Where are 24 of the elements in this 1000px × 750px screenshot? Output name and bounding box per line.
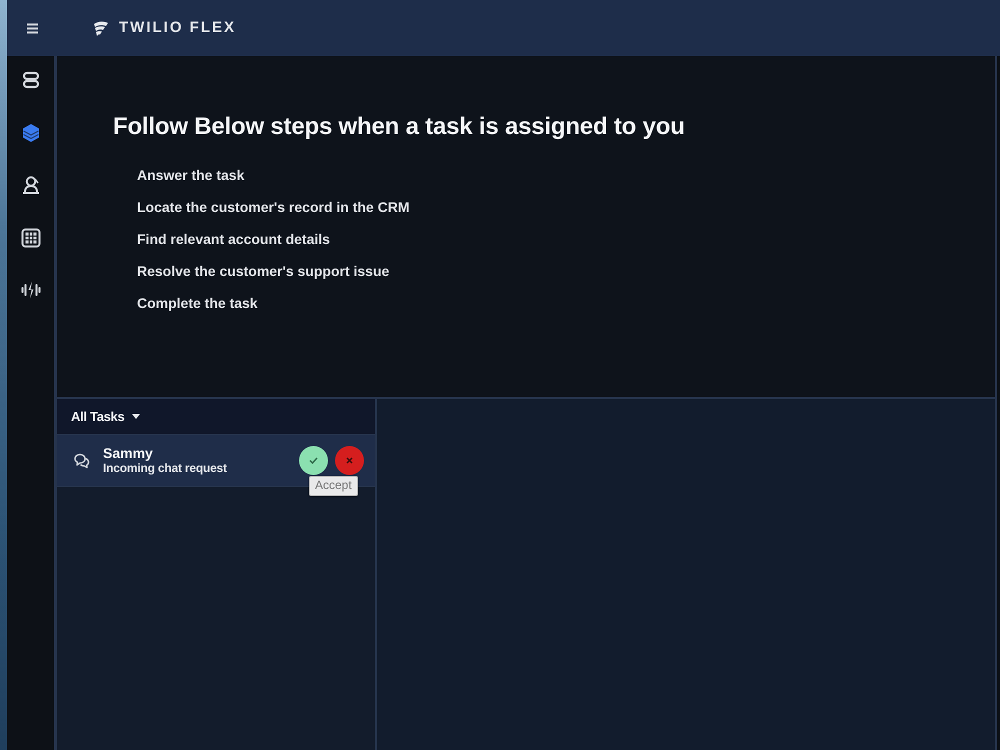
- reject-button[interactable]: [335, 446, 364, 475]
- task-name: Sammy: [103, 445, 154, 461]
- close-icon: [346, 457, 353, 464]
- logo-icon: [92, 20, 109, 36]
- step-text: Find relevant account details: [137, 230, 331, 248]
- step-text: Answer the task: [137, 166, 246, 184]
- step-text: Locate the customer's record in the CRM: [137, 198, 410, 216]
- layers-icon[interactable]: [20, 122, 40, 142]
- step-text: Complete the task: [137, 294, 259, 312]
- task-filter-dropdown[interactable]: All Tasks: [71, 406, 140, 426]
- person-icon[interactable]: [20, 175, 40, 195]
- step-text: Resolve the customer's support issue: [137, 262, 390, 280]
- menu-icon[interactable]: [26, 22, 38, 34]
- instructions-heading: Follow Below steps when a task is assigned to you: [113, 112, 686, 142]
- task-description: Incoming chat request: [103, 461, 227, 476]
- stack-icon[interactable]: [20, 70, 40, 90]
- check-icon: [309, 457, 318, 464]
- grid-icon[interactable]: [20, 228, 40, 248]
- waveform-icon[interactable]: [20, 280, 40, 300]
- app-title: TWILIO FLEX: [119, 18, 236, 38]
- accept-tooltip: Accept: [309, 476, 358, 496]
- chat-icon: [73, 452, 90, 468]
- caret-icon: [132, 414, 140, 419]
- accept-button[interactable]: [299, 446, 328, 475]
